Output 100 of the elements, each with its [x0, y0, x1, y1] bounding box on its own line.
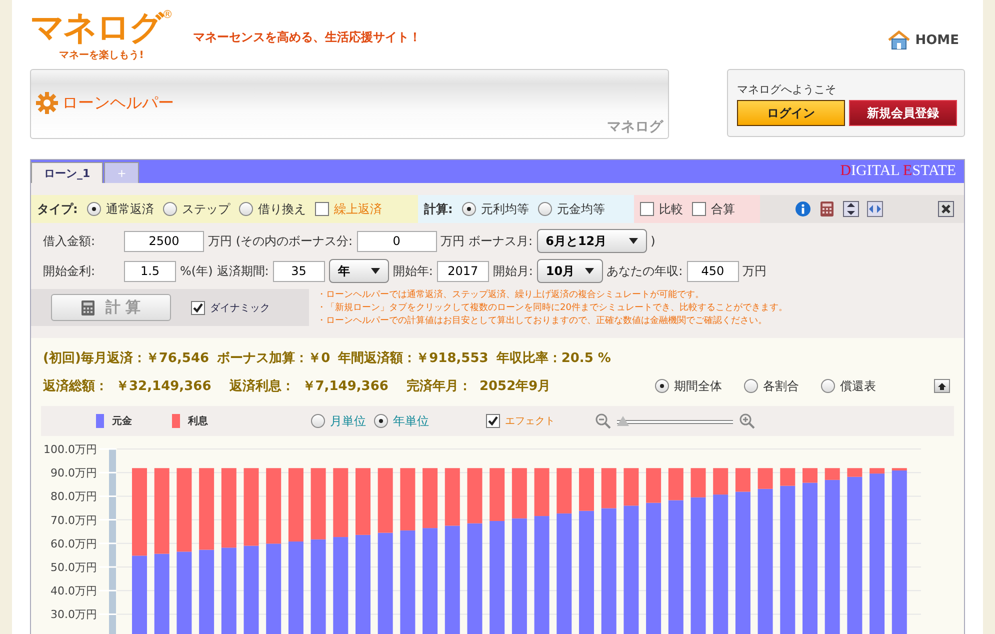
dropdown[interactable]: 年: [328, 259, 389, 283]
field-label: 開始年:: [392, 262, 433, 280]
summary-value: ￥32,149,366: [116, 378, 212, 395]
field-label: あなたの年収:: [606, 262, 683, 280]
up-button[interactable]: [934, 379, 950, 393]
chart-bar: [333, 468, 348, 538]
home-link[interactable]: HOME: [887, 30, 959, 50]
caret-icon: [584, 268, 594, 274]
radio-button[interactable]: [162, 202, 177, 216]
checkbox-label: 比較: [659, 200, 683, 218]
radio-label: 月単位: [330, 412, 366, 430]
input-field[interactable]: 35: [272, 260, 325, 282]
dropdown[interactable]: 6月と12月: [536, 229, 647, 253]
field-label: 開始月:: [492, 262, 533, 280]
tab[interactable]: ローン_1: [31, 162, 104, 183]
checkbox-label: ダイナミック: [210, 302, 270, 314]
expand-vertical-icon[interactable]: [843, 201, 859, 217]
summary-value: 2052年9月: [479, 378, 551, 395]
radio-label: 通常返済: [106, 200, 154, 218]
radio-label: 各割合: [763, 378, 799, 394]
radio-label: 年単位: [393, 412, 429, 430]
caret-icon: [628, 238, 638, 244]
radio-button[interactable]: [238, 202, 253, 216]
input-field[interactable]: 0: [356, 230, 437, 252]
checkbox-label: エフェクト: [505, 415, 555, 428]
note-text: ・「新規ローン」タブをクリックして複数のローンを同時に20件までシミュレートでき、比較することができます。: [317, 302, 788, 315]
axis-tick-label: 100.0万円: [44, 443, 97, 456]
axis-tick-label: 30.0万円: [50, 608, 97, 622]
info-icon[interactable]: [795, 201, 811, 217]
axis-tick-label: 50.0万円: [50, 561, 97, 574]
radio-button[interactable]: [821, 379, 835, 393]
register-button[interactable]: 新規会員登録: [849, 100, 957, 126]
dropdown[interactable]: 10月: [536, 259, 603, 283]
input-field[interactable]: 2500: [124, 230, 204, 252]
input-field[interactable]: 1.5: [124, 260, 176, 282]
radio-button[interactable]: [744, 379, 758, 393]
section-label: 計算:: [424, 200, 453, 218]
summary-text: 年間返済額：￥918,553: [338, 350, 488, 367]
gear-icon: [36, 92, 58, 114]
summary-label: 返済総額：: [43, 378, 108, 395]
summary-label: 完済年月：: [406, 378, 472, 395]
page-title: ローンヘルパー: [62, 92, 174, 114]
legend-label: 利息: [188, 414, 208, 428]
radio-button[interactable]: [311, 414, 325, 428]
panel-watermark: マネログ: [607, 118, 663, 136]
up-arrow-icon: [938, 382, 946, 390]
logo-tagline: マネーを楽しもう!: [59, 48, 144, 62]
axis-tick-label: 60.0万円: [50, 537, 97, 550]
caret-icon: [370, 268, 380, 274]
section-label: タイプ:: [37, 200, 78, 218]
login-button[interactable]: ログイン: [737, 100, 845, 126]
input-field[interactable]: 2017: [436, 260, 489, 282]
radio-label: 償還表: [840, 378, 876, 394]
field-label: ボーナス月:: [468, 232, 533, 250]
zoom-out-icon[interactable]: [595, 413, 611, 429]
field-label: 借入金額:: [43, 232, 96, 250]
summary-text: 年収比率：20.5 %: [496, 350, 611, 367]
summary-text: (初回)毎月返済：￥76,546: [43, 350, 210, 367]
radio-label: 元利均等: [480, 200, 529, 218]
radio-button[interactable]: [86, 202, 101, 216]
field-label: 開始金利:: [43, 262, 96, 280]
radio-label: 期間全体: [674, 378, 722, 394]
calculator-icon[interactable]: [819, 201, 835, 217]
field-label: 返済期間:: [216, 262, 269, 280]
checkbox[interactable]: [486, 414, 500, 428]
radio-button[interactable]: [538, 202, 552, 216]
slider-thumb[interactable]: [617, 416, 629, 426]
legend-label: 元金: [112, 414, 132, 428]
checkbox-label: 合算: [711, 200, 735, 218]
input-field[interactable]: 450: [686, 260, 739, 282]
expand-horizontal-icon[interactable]: [867, 201, 883, 217]
checkbox[interactable]: [640, 202, 654, 216]
zoom-in-icon[interactable]: [739, 413, 755, 429]
radio-button[interactable]: [462, 202, 476, 216]
checkbox[interactable]: [314, 202, 329, 216]
site-tagline: マネーセンスを高める、生活応援サイト！: [193, 29, 421, 46]
calculator-icon: [81, 300, 96, 316]
radio-button[interactable]: [655, 379, 669, 393]
radio-label: 借り換え: [258, 200, 306, 218]
chart-bar: [310, 468, 326, 540]
radio-label: 元金均等: [556, 200, 605, 218]
axis-tick-label: 90.0万円: [50, 466, 97, 480]
field-label: %(年): [180, 262, 213, 280]
summary-value: ￥7,149,366: [302, 378, 388, 395]
axis-tick-label: 40.0万円: [50, 584, 97, 598]
close-icon[interactable]: [938, 201, 954, 217]
checkbox-label: 繰上返済: [334, 200, 382, 218]
summary-label: 返済利息：: [229, 378, 294, 395]
radio-button[interactable]: [374, 414, 388, 428]
note-text: ・ローンヘルパーでは通常返済、ステップ返済、繰り上げ返済の複合シミュレートが可能です。: [317, 289, 705, 302]
brand-text: DIGITAL ESTATE: [840, 163, 956, 180]
house-icon: [887, 30, 912, 50]
welcome-text: マネログへようこそ: [737, 82, 837, 97]
field-label: 万円: [742, 262, 767, 280]
registered-mark: ®: [162, 8, 173, 21]
note-text: ・ローンヘルパーでの計算値はお目安として算出しておりますので、正確な数値は金融機関でご確認ください。: [317, 315, 768, 328]
field-label: 万円 (その内のボーナス分:: [208, 232, 353, 250]
checkbox[interactable]: [692, 202, 706, 216]
checkbox[interactable]: [191, 300, 205, 314]
field-label: 万円: [440, 232, 465, 250]
